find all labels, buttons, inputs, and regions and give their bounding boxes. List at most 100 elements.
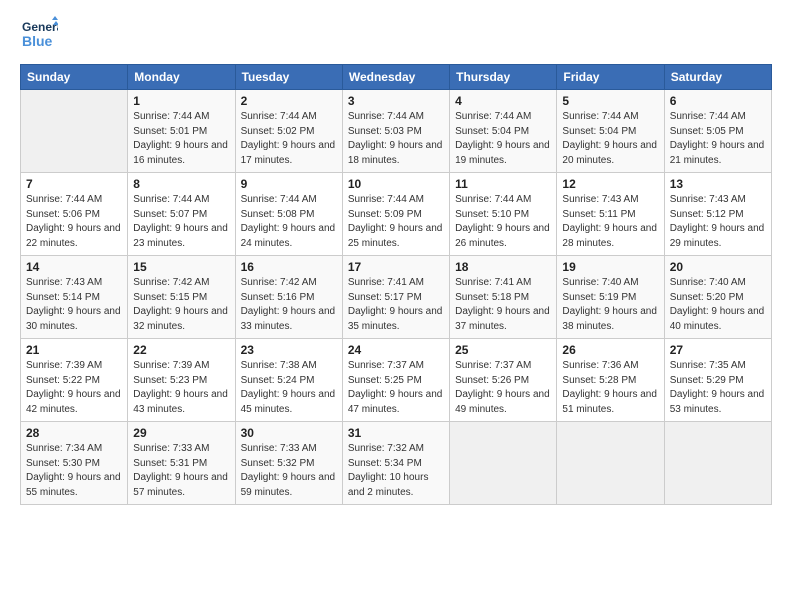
day-info: Sunrise: 7:43 AMSunset: 5:12 PMDaylight:… <box>670 193 766 251</box>
day-info: Sunrise: 7:33 AMSunset: 5:32 PMDaylight:… <box>241 442 337 500</box>
day-number: 25 <box>455 343 551 357</box>
day-number: 22 <box>133 343 229 357</box>
calendar-cell: 20 Sunrise: 7:40 AMSunset: 5:20 PMDayligh… <box>664 256 771 339</box>
day-number: 10 <box>348 177 444 191</box>
weekday-header-saturday: Saturday <box>664 65 771 90</box>
calendar-cell: 2 Sunrise: 7:44 AMSunset: 5:02 PMDaylight… <box>235 90 342 173</box>
calendar-cell: 6 Sunrise: 7:44 AMSunset: 5:05 PMDaylight… <box>664 90 771 173</box>
calendar-cell: 31Sunrise: 7:32 AMSunset: 5:34 PMDayligh… <box>342 422 449 505</box>
weekday-header-thursday: Thursday <box>450 65 557 90</box>
day-info: Sunrise: 7:42 AMSunset: 5:15 PMDaylight:… <box>133 276 229 334</box>
calendar-week-4: 28 Sunrise: 7:34 AMSunset: 5:30 PMDayligh… <box>21 422 772 505</box>
day-number: 15 <box>133 260 229 274</box>
day-number: 12 <box>562 177 658 191</box>
day-info: Sunrise: 7:36 AMSunset: 5:28 PMDaylight:… <box>562 359 658 417</box>
calendar-cell: 7 Sunrise: 7:44 AMSunset: 5:06 PMDaylight… <box>21 173 128 256</box>
weekday-header-tuesday: Tuesday <box>235 65 342 90</box>
calendar-cell: 21Sunrise: 7:39 AMSunset: 5:22 PMDayligh… <box>21 339 128 422</box>
calendar-cell: 25 Sunrise: 7:37 AMSunset: 5:26 PMDayligh… <box>450 339 557 422</box>
day-info: Sunrise: 7:44 AMSunset: 5:07 PMDaylight:… <box>133 193 229 251</box>
day-info: Sunrise: 7:44 AMSunset: 5:05 PMDaylight:… <box>670 110 766 168</box>
day-info: Sunrise: 7:41 AMSunset: 5:17 PMDaylight:… <box>348 276 444 334</box>
day-info: Sunrise: 7:44 AMSunset: 5:01 PMDaylight:… <box>133 110 229 168</box>
day-info: Sunrise: 7:44 AMSunset: 5:04 PMDaylight:… <box>455 110 551 168</box>
day-info: Sunrise: 7:44 AMSunset: 5:08 PMDaylight:… <box>241 193 337 251</box>
day-number: 9 <box>241 177 337 191</box>
day-number: 17 <box>348 260 444 274</box>
day-number: 29 <box>133 426 229 440</box>
calendar-cell: 8 Sunrise: 7:44 AMSunset: 5:07 PMDaylight… <box>128 173 235 256</box>
header: General Blue <box>20 16 772 54</box>
calendar-cell: 16 Sunrise: 7:42 AMSunset: 5:16 PMDayligh… <box>235 256 342 339</box>
calendar-cell: 29 Sunrise: 7:33 AMSunset: 5:31 PMDayligh… <box>128 422 235 505</box>
day-number: 3 <box>348 94 444 108</box>
calendar-cell: 5Sunrise: 7:44 AMSunset: 5:04 PMDaylight… <box>557 90 664 173</box>
day-number: 7 <box>26 177 122 191</box>
day-info: Sunrise: 7:37 AMSunset: 5:26 PMDaylight:… <box>455 359 551 417</box>
weekday-header-sunday: Sunday <box>21 65 128 90</box>
calendar-cell: 23 Sunrise: 7:38 AMSunset: 5:24 PMDayligh… <box>235 339 342 422</box>
day-info: Sunrise: 7:39 AMSunset: 5:23 PMDaylight:… <box>133 359 229 417</box>
day-info: Sunrise: 7:37 AMSunset: 5:25 PMDaylight:… <box>348 359 444 417</box>
calendar-cell: 12Sunrise: 7:43 AMSunset: 5:11 PMDayligh… <box>557 173 664 256</box>
calendar-week-0: 1Sunrise: 7:44 AMSunset: 5:01 PMDaylight… <box>21 90 772 173</box>
day-info: Sunrise: 7:44 AMSunset: 5:10 PMDaylight:… <box>455 193 551 251</box>
calendar-cell: 11 Sunrise: 7:44 AMSunset: 5:10 PMDayligh… <box>450 173 557 256</box>
day-number: 6 <box>670 94 766 108</box>
day-number: 5 <box>562 94 658 108</box>
weekday-header-friday: Friday <box>557 65 664 90</box>
calendar-cell <box>557 422 664 505</box>
day-number: 18 <box>455 260 551 274</box>
weekday-header-wednesday: Wednesday <box>342 65 449 90</box>
weekday-header-row: SundayMondayTuesdayWednesdayThursdayFrid… <box>21 65 772 90</box>
calendar-cell <box>664 422 771 505</box>
calendar-week-2: 14 Sunrise: 7:43 AMSunset: 5:14 PMDayligh… <box>21 256 772 339</box>
day-number: 26 <box>562 343 658 357</box>
calendar-cell: 27Sunrise: 7:35 AMSunset: 5:29 PMDayligh… <box>664 339 771 422</box>
day-info: Sunrise: 7:44 AMSunset: 5:06 PMDaylight:… <box>26 193 122 251</box>
day-info: Sunrise: 7:40 AMSunset: 5:19 PMDaylight:… <box>562 276 658 334</box>
weekday-header-monday: Monday <box>128 65 235 90</box>
day-number: 20 <box>670 260 766 274</box>
day-number: 28 <box>26 426 122 440</box>
day-info: Sunrise: 7:41 AMSunset: 5:18 PMDaylight:… <box>455 276 551 334</box>
calendar-cell: 28 Sunrise: 7:34 AMSunset: 5:30 PMDayligh… <box>21 422 128 505</box>
calendar-cell: 22 Sunrise: 7:39 AMSunset: 5:23 PMDayligh… <box>128 339 235 422</box>
calendar-table: SundayMondayTuesdayWednesdayThursdayFrid… <box>20 64 772 505</box>
day-info: Sunrise: 7:44 AMSunset: 5:03 PMDaylight:… <box>348 110 444 168</box>
logo: General Blue <box>20 16 58 54</box>
day-info: Sunrise: 7:35 AMSunset: 5:29 PMDaylight:… <box>670 359 766 417</box>
day-number: 31 <box>348 426 444 440</box>
calendar-cell: 10 Sunrise: 7:44 AMSunset: 5:09 PMDayligh… <box>342 173 449 256</box>
calendar-cell <box>21 90 128 173</box>
day-info: Sunrise: 7:44 AMSunset: 5:02 PMDaylight:… <box>241 110 337 168</box>
calendar-cell: 30 Sunrise: 7:33 AMSunset: 5:32 PMDayligh… <box>235 422 342 505</box>
day-info: Sunrise: 7:38 AMSunset: 5:24 PMDaylight:… <box>241 359 337 417</box>
calendar-page: General Blue SundayMondayTuesdayWednesda… <box>0 0 792 612</box>
day-number: 2 <box>241 94 337 108</box>
day-number: 30 <box>241 426 337 440</box>
day-info: Sunrise: 7:33 AMSunset: 5:31 PMDaylight:… <box>133 442 229 500</box>
day-info: Sunrise: 7:44 AMSunset: 5:09 PMDaylight:… <box>348 193 444 251</box>
day-number: 4 <box>455 94 551 108</box>
day-number: 23 <box>241 343 337 357</box>
day-number: 16 <box>241 260 337 274</box>
calendar-cell <box>450 422 557 505</box>
day-info: Sunrise: 7:34 AMSunset: 5:30 PMDaylight:… <box>26 442 122 500</box>
calendar-cell: 19 Sunrise: 7:40 AMSunset: 5:19 PMDayligh… <box>557 256 664 339</box>
day-info: Sunrise: 7:42 AMSunset: 5:16 PMDaylight:… <box>241 276 337 334</box>
day-info: Sunrise: 7:43 AMSunset: 5:14 PMDaylight:… <box>26 276 122 334</box>
calendar-cell: 14 Sunrise: 7:43 AMSunset: 5:14 PMDayligh… <box>21 256 128 339</box>
day-number: 8 <box>133 177 229 191</box>
calendar-cell: 15 Sunrise: 7:42 AMSunset: 5:15 PMDayligh… <box>128 256 235 339</box>
day-number: 19 <box>562 260 658 274</box>
day-number: 14 <box>26 260 122 274</box>
calendar-cell: 4 Sunrise: 7:44 AMSunset: 5:04 PMDaylight… <box>450 90 557 173</box>
calendar-cell: 18 Sunrise: 7:41 AMSunset: 5:18 PMDayligh… <box>450 256 557 339</box>
day-number: 11 <box>455 177 551 191</box>
day-info: Sunrise: 7:40 AMSunset: 5:20 PMDaylight:… <box>670 276 766 334</box>
calendar-cell: 17 Sunrise: 7:41 AMSunset: 5:17 PMDayligh… <box>342 256 449 339</box>
calendar-week-1: 7 Sunrise: 7:44 AMSunset: 5:06 PMDaylight… <box>21 173 772 256</box>
calendar-cell: 13Sunrise: 7:43 AMSunset: 5:12 PMDayligh… <box>664 173 771 256</box>
day-number: 21 <box>26 343 122 357</box>
